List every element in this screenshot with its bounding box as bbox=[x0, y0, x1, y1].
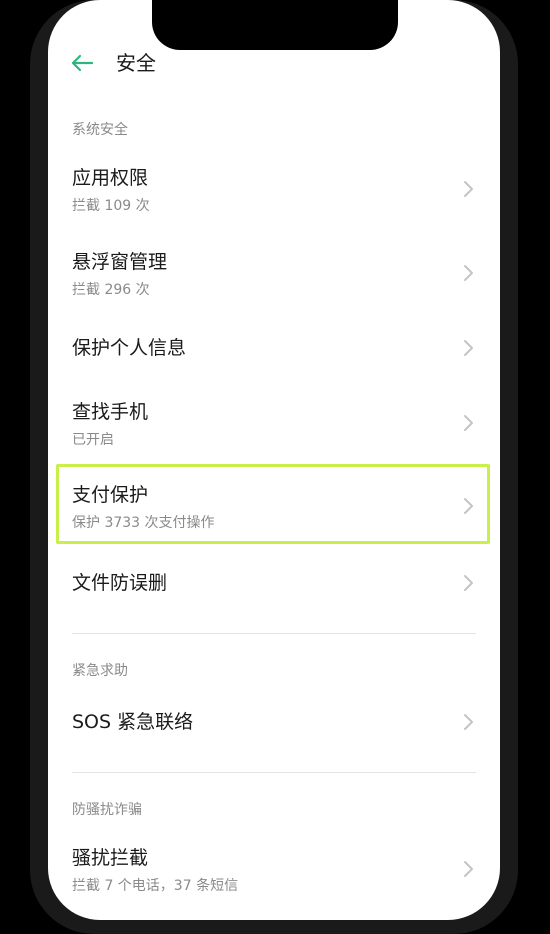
row-label: 应用权限 bbox=[72, 167, 149, 189]
chevron-right-icon bbox=[460, 572, 476, 594]
chevron-right-icon bbox=[460, 495, 476, 517]
row-harassment-interception[interactable]: 骚扰拦截 拦截 7 个电话，37 条短信 bbox=[48, 840, 500, 904]
screen: 安全 系统安全 应用权限 拦截 109 次 悬浮窗管理 拦截 296 次 保护个… bbox=[48, 0, 500, 920]
section-divider bbox=[72, 772, 476, 773]
chevron-right-icon bbox=[460, 711, 476, 733]
section-divider bbox=[72, 633, 476, 634]
chevron-right-icon bbox=[460, 262, 476, 284]
row-subtitle: 拦截 109 次 bbox=[72, 198, 150, 214]
section-label-system-security: 系统安全 bbox=[72, 122, 128, 138]
row-subtitle: 保护 3733 次支付操作 bbox=[72, 515, 215, 531]
camera-notch bbox=[152, 0, 398, 50]
row-subtitle: 已开启 bbox=[72, 432, 114, 448]
row-label: 骚扰拦截 bbox=[72, 847, 149, 869]
row-find-phone[interactable]: 查找手机 已开启 bbox=[48, 394, 500, 458]
row-payment-protection[interactable]: 支付保护 保护 3733 次支付操作 bbox=[48, 477, 500, 541]
phone-frame: 安全 系统安全 应用权限 拦截 109 次 悬浮窗管理 拦截 296 次 保护个… bbox=[30, 0, 518, 934]
chevron-right-icon bbox=[460, 178, 476, 200]
row-subtitle: 拦截 296 次 bbox=[72, 282, 150, 298]
row-file-anti-deletion[interactable]: 文件防误删 bbox=[48, 565, 500, 605]
row-subtitle: 拦截 7 个电话，37 条短信 bbox=[72, 878, 239, 894]
row-floating-window-management[interactable]: 悬浮窗管理 拦截 296 次 bbox=[48, 244, 500, 308]
row-sos-emergency-contact[interactable]: SOS 紧急联络 bbox=[48, 704, 500, 744]
row-label: 支付保护 bbox=[72, 484, 149, 506]
chevron-right-icon bbox=[460, 337, 476, 359]
chevron-right-icon bbox=[460, 858, 476, 880]
page-title: 安全 bbox=[116, 51, 156, 75]
row-label: 悬浮窗管理 bbox=[72, 251, 168, 273]
section-label-emergency: 紧急求助 bbox=[72, 663, 128, 679]
row-label: SOS 紧急联络 bbox=[72, 711, 194, 733]
row-label: 保护个人信息 bbox=[72, 337, 187, 359]
row-label: 查找手机 bbox=[72, 401, 149, 423]
chevron-right-icon bbox=[460, 412, 476, 434]
row-label: 文件防误删 bbox=[72, 572, 168, 594]
row-protect-personal-info[interactable]: 保护个人信息 bbox=[48, 330, 500, 370]
row-app-permissions[interactable]: 应用权限 拦截 109 次 bbox=[48, 160, 500, 224]
back-arrow-icon[interactable] bbox=[68, 50, 96, 76]
section-label-anti-harassment: 防骚扰诈骗 bbox=[72, 802, 142, 818]
